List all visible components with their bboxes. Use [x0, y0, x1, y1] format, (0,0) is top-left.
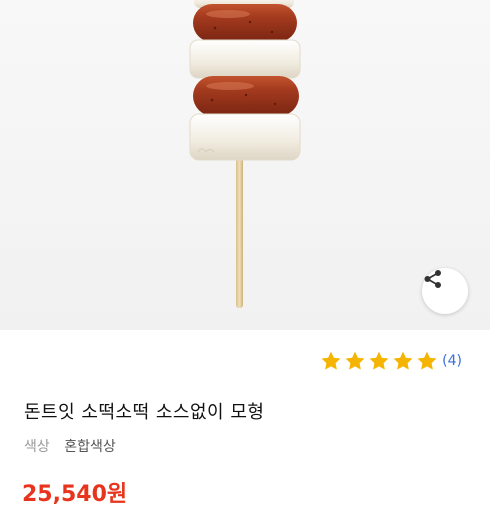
share-button[interactable] [422, 268, 468, 314]
rating-stars [320, 350, 438, 372]
option-label: 색상 [24, 439, 50, 455]
skewer-stick [236, 150, 243, 308]
star-icon [345, 351, 365, 370]
rice-cake-piece [189, 39, 301, 79]
star-icon [321, 351, 341, 370]
star-icon [369, 351, 389, 370]
star-icon [417, 351, 437, 370]
product-price: 25,540원 [22, 482, 128, 507]
product-title: 돈트잇 소떡소떡 소스없이 모형 [24, 402, 265, 423]
rice-cake-piece [189, 113, 301, 161]
product-image[interactable] [0, 0, 490, 330]
option-value: 혼합색상 [64, 439, 116, 455]
share-icon [424, 270, 441, 288]
skewer-illustration [0, 0, 490, 330]
product-info: (4) 돈트잇 소떡소떡 소스없이 모형 색상 혼합색상 25,540원 [0, 330, 490, 507]
review-count-link[interactable]: (4) [442, 353, 462, 369]
star-icon [393, 351, 413, 370]
sausage-piece [193, 4, 297, 42]
product-option: 색상 혼합색상 [24, 436, 116, 456]
rating-summary[interactable]: (4) [320, 350, 462, 372]
